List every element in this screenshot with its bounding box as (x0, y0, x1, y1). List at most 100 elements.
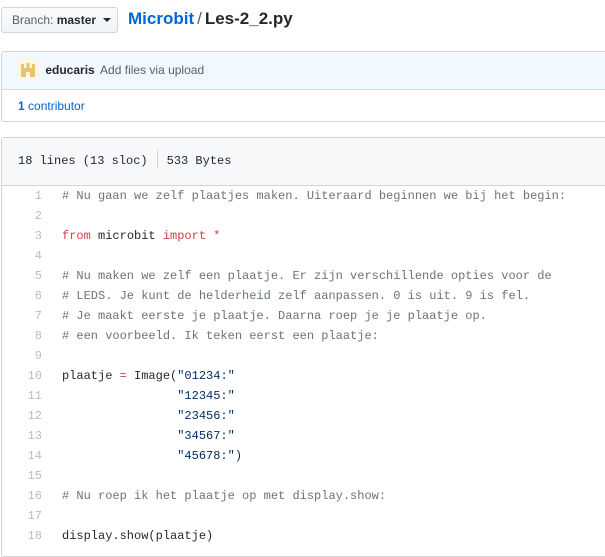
line-content: # Nu maken we zelf een plaatje. Er zijn … (52, 266, 552, 286)
line-content: plaatje = Image("01234:" (52, 366, 235, 386)
code-line: 1 # Nu gaan we zelf plaatjes maken. Uiter… (2, 186, 605, 206)
line-number[interactable]: 7 (2, 306, 52, 326)
code-line: 5 # Nu maken we zelf een plaatje. Er zijn… (2, 266, 605, 286)
line-content: display.show(plaatje) (52, 526, 213, 546)
file-viewer: 18 lines (13 sloc) 533 Bytes 1 # Nu gaan w… (1, 137, 605, 557)
caret-down-icon (103, 18, 112, 22)
breadcrumb-file-name: Les-2_2.py (204, 9, 293, 28)
commit-author-link[interactable]: educaris (45, 63, 94, 77)
code-token: "12345:" (177, 389, 235, 403)
avatar-icon (21, 63, 35, 77)
code-line: 12 "23456:" (2, 406, 605, 426)
code-line: 18 display.show(plaatje) (2, 526, 605, 546)
line-number[interactable]: 13 (2, 426, 52, 446)
code-token: # Nu roep ik het plaatje op met display.… (62, 489, 387, 503)
line-content: "34567:" (52, 426, 235, 446)
line-content: "23456:" (52, 406, 235, 426)
code-token: # Nu maken we zelf een plaatje. Er zijn … (62, 269, 552, 283)
line-number[interactable]: 8 (2, 326, 52, 346)
code-token: # LEDS. Je kunt de helderheid zelf aanpa… (62, 289, 531, 303)
line-number[interactable]: 12 (2, 406, 52, 426)
code-line: 2 (2, 206, 605, 226)
line-content: # Nu roep ik het plaatje op met display.… (52, 486, 386, 506)
code-line: 3 from microbit import * (2, 226, 605, 246)
line-content: # LEDS. Je kunt de helderheid zelf aanpa… (52, 286, 530, 306)
code-line: 6 # LEDS. Je kunt de helderheid zelf aanp… (2, 286, 605, 306)
line-number[interactable]: 1 (2, 186, 52, 206)
line-content (52, 246, 62, 266)
code-line: 7 # Je maakt eerste je plaatje. Daarna ro… (2, 306, 605, 326)
line-number[interactable]: 5 (2, 266, 52, 286)
line-content: "45678:") (52, 446, 242, 466)
code-line: 11 "12345:" (2, 386, 605, 406)
code-token: * (213, 229, 221, 243)
code-token: "01234:" (177, 369, 235, 383)
line-number[interactable]: 6 (2, 286, 52, 306)
code-token: # Nu gaan we zelf plaatjes maken. Uitera… (62, 189, 567, 203)
code-line: 4 (2, 246, 605, 266)
code-token: Image( (126, 369, 178, 383)
file-info-bar: 18 lines (13 sloc) 533 Bytes (2, 138, 605, 186)
branch-select-button[interactable]: Branch: master (1, 7, 118, 33)
commit-info-box: educaris Add files via upload 1 contribu… (1, 51, 605, 122)
code-token: # Je maakt eerste je plaatje. Daarna roe… (62, 309, 487, 323)
line-content: # Nu gaan we zelf plaatjes maken. Uitera… (52, 186, 566, 206)
breadcrumb-repo-link[interactable]: Microbit (128, 9, 194, 28)
line-content (52, 506, 62, 526)
line-number[interactable]: 14 (2, 446, 52, 466)
line-content (52, 466, 62, 486)
line-number[interactable]: 4 (2, 246, 52, 266)
code-token: import (162, 229, 207, 243)
line-content: # een voorbeeld. Ik teken eerst een plaa… (52, 326, 379, 346)
code-token: # een voorbeeld. Ik teken eerst een plaa… (62, 329, 379, 343)
line-number[interactable]: 9 (2, 346, 52, 366)
line-content: from microbit import * (52, 226, 220, 246)
line-number[interactable]: 15 (2, 466, 52, 486)
code-token: "45678:" (177, 449, 235, 463)
line-number[interactable]: 2 (2, 206, 52, 226)
breadcrumb-separator: / (197, 9, 202, 28)
line-number[interactable]: 10 (2, 366, 52, 386)
file-line-count: 18 lines (13 sloc) (18, 154, 148, 168)
code-listing: 1 # Nu gaan we zelf plaatjes maken. Uiter… (2, 186, 605, 546)
file-info-divider (156, 150, 158, 168)
code-line: 14 "45678:") (2, 446, 605, 466)
code-line: 8 # een voorbeeld. Ik teken eerst een pla… (2, 326, 605, 346)
breadcrumb: Microbit / Les-2_2.py (128, 8, 293, 30)
code-line: 15 (2, 466, 605, 486)
line-number[interactable]: 18 (2, 526, 52, 546)
contributors-link[interactable]: 1 contributor (2, 90, 605, 122)
commit-message-link[interactable]: Add files via upload (100, 63, 204, 77)
code-token: = (119, 369, 127, 383)
code-line: 10 plaatje = Image("01234:" (2, 366, 605, 386)
code-line: 13 "34567:" (2, 426, 605, 446)
latest-commit: educaris Add files via upload (2, 52, 605, 90)
code-token: display.show(plaatje) (62, 529, 214, 543)
line-content: # Je maakt eerste je plaatje. Daarna roe… (52, 306, 487, 326)
branch-name: master (56, 13, 97, 27)
line-content (52, 206, 62, 226)
line-content (52, 346, 62, 366)
code-token: from (62, 229, 91, 243)
file-size: 533 Bytes (166, 154, 232, 168)
line-number[interactable]: 11 (2, 386, 52, 406)
code-line: 17 (2, 506, 605, 526)
line-number[interactable]: 16 (2, 486, 52, 506)
line-number[interactable]: 3 (2, 226, 52, 246)
top-bar: Branch: master Microbit / Les-2_2.py (0, 0, 605, 44)
code-line: 9 (2, 346, 605, 366)
line-number[interactable]: 17 (2, 506, 52, 526)
avatar[interactable] (18, 59, 38, 79)
line-content: "12345:" (52, 386, 235, 406)
contributor-label: contributor (28, 99, 85, 113)
code-token: plaatje (62, 369, 120, 383)
branch-label: Branch: (12, 13, 54, 27)
contributor-count: 1 (18, 99, 25, 113)
code-line: 16 # Nu roep ik het plaatje op met displa… (2, 486, 605, 506)
code-token: "23456:" (177, 409, 235, 423)
code-token: "34567:" (177, 429, 235, 443)
